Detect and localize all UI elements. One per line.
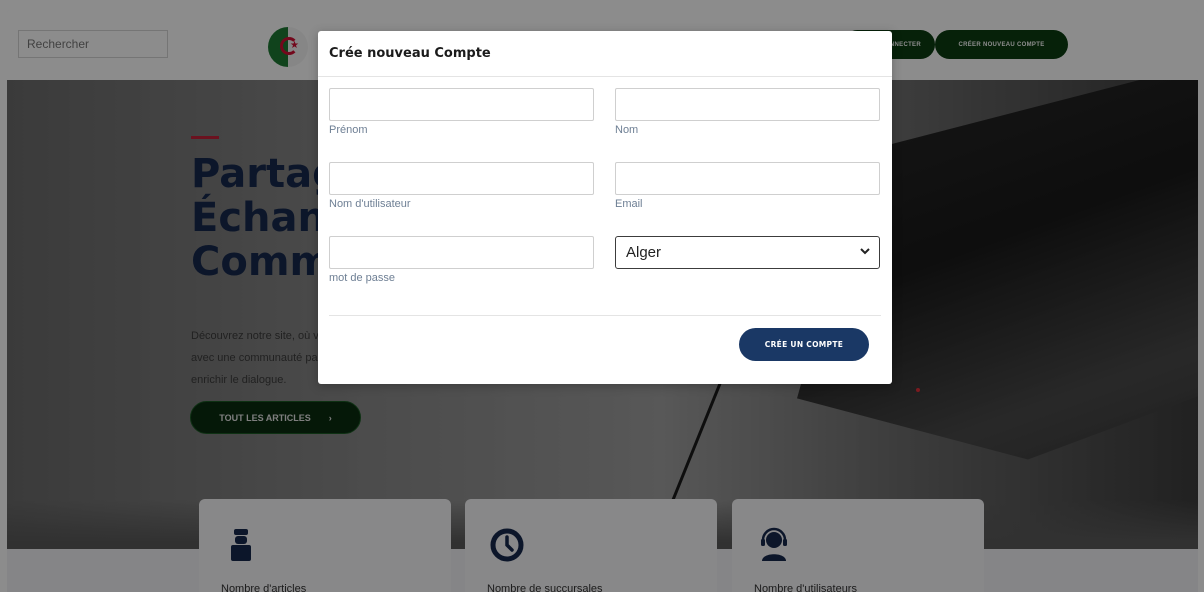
username-label: Nom d'utilisateur: [329, 198, 411, 210]
nom-label: Nom: [615, 124, 639, 136]
password-input[interactable]: [329, 236, 594, 269]
wilaya-select[interactable]: Alger: [615, 236, 880, 269]
prenom-label: Prénom: [329, 124, 368, 136]
password-label: mot de passe: [329, 272, 396, 284]
prenom-field-group: Prénom: [329, 88, 594, 136]
create-account-modal: Crée nouveau Compte Prénom Nom Nom d'uti…: [318, 31, 892, 384]
nom-input[interactable]: [615, 88, 880, 121]
email-label: Email: [615, 198, 643, 210]
username-field-group: Nom d'utilisateur: [329, 162, 594, 210]
wilaya-field-group: Alger: [615, 236, 880, 269]
username-input[interactable]: [329, 162, 594, 195]
email-input[interactable]: [615, 162, 880, 195]
nom-field-group: Nom: [615, 88, 880, 136]
prenom-input[interactable]: [329, 88, 594, 121]
modal-divider: [329, 315, 881, 316]
password-field-group: mot de passe: [329, 236, 594, 284]
email-field-group: Email: [615, 162, 880, 210]
modal-title: Crée nouveau Compte: [329, 46, 491, 61]
create-account-button[interactable]: CRÉE UN COMPTE: [739, 328, 869, 361]
modal-header: Crée nouveau Compte: [318, 31, 892, 77]
